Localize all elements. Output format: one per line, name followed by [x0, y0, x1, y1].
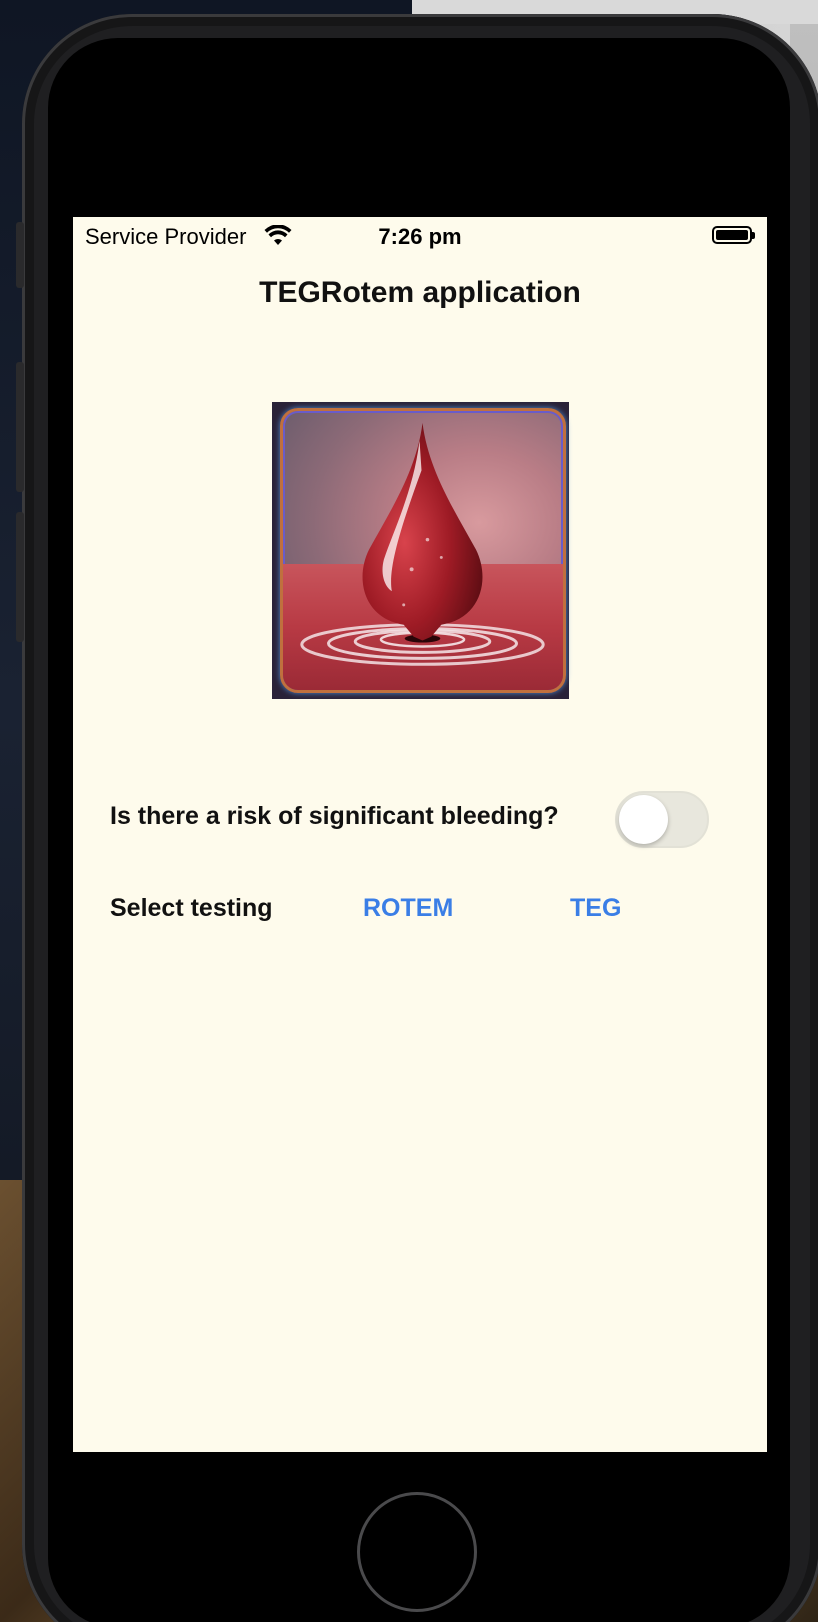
app-screen: Service Provider 7:26 pm TEGRotem applic… [73, 217, 767, 1452]
volume-up-button [16, 362, 24, 492]
toggle-knob [619, 795, 668, 844]
bleeding-risk-question: Is there a risk of significant bleeding? [110, 802, 559, 830]
volume-down-button [16, 512, 24, 642]
blood-drop-icon [300, 422, 545, 666]
battery-full-icon [712, 226, 755, 244]
status-time: 7:26 pm [378, 224, 462, 249]
select-testing-label: Select testing [110, 894, 273, 922]
page-title: TEGRotem application [259, 276, 581, 309]
rotem-button[interactable]: ROTEM [363, 894, 453, 923]
teg-button[interactable]: TEG [570, 894, 621, 923]
status-bar: Service Provider 7:26 pm [73, 217, 767, 257]
bleeding-risk-toggle[interactable] [615, 791, 709, 848]
home-button[interactable] [357, 1492, 477, 1612]
image-frame [280, 408, 566, 693]
side-button [16, 222, 24, 288]
blood-drop-image [272, 402, 569, 699]
